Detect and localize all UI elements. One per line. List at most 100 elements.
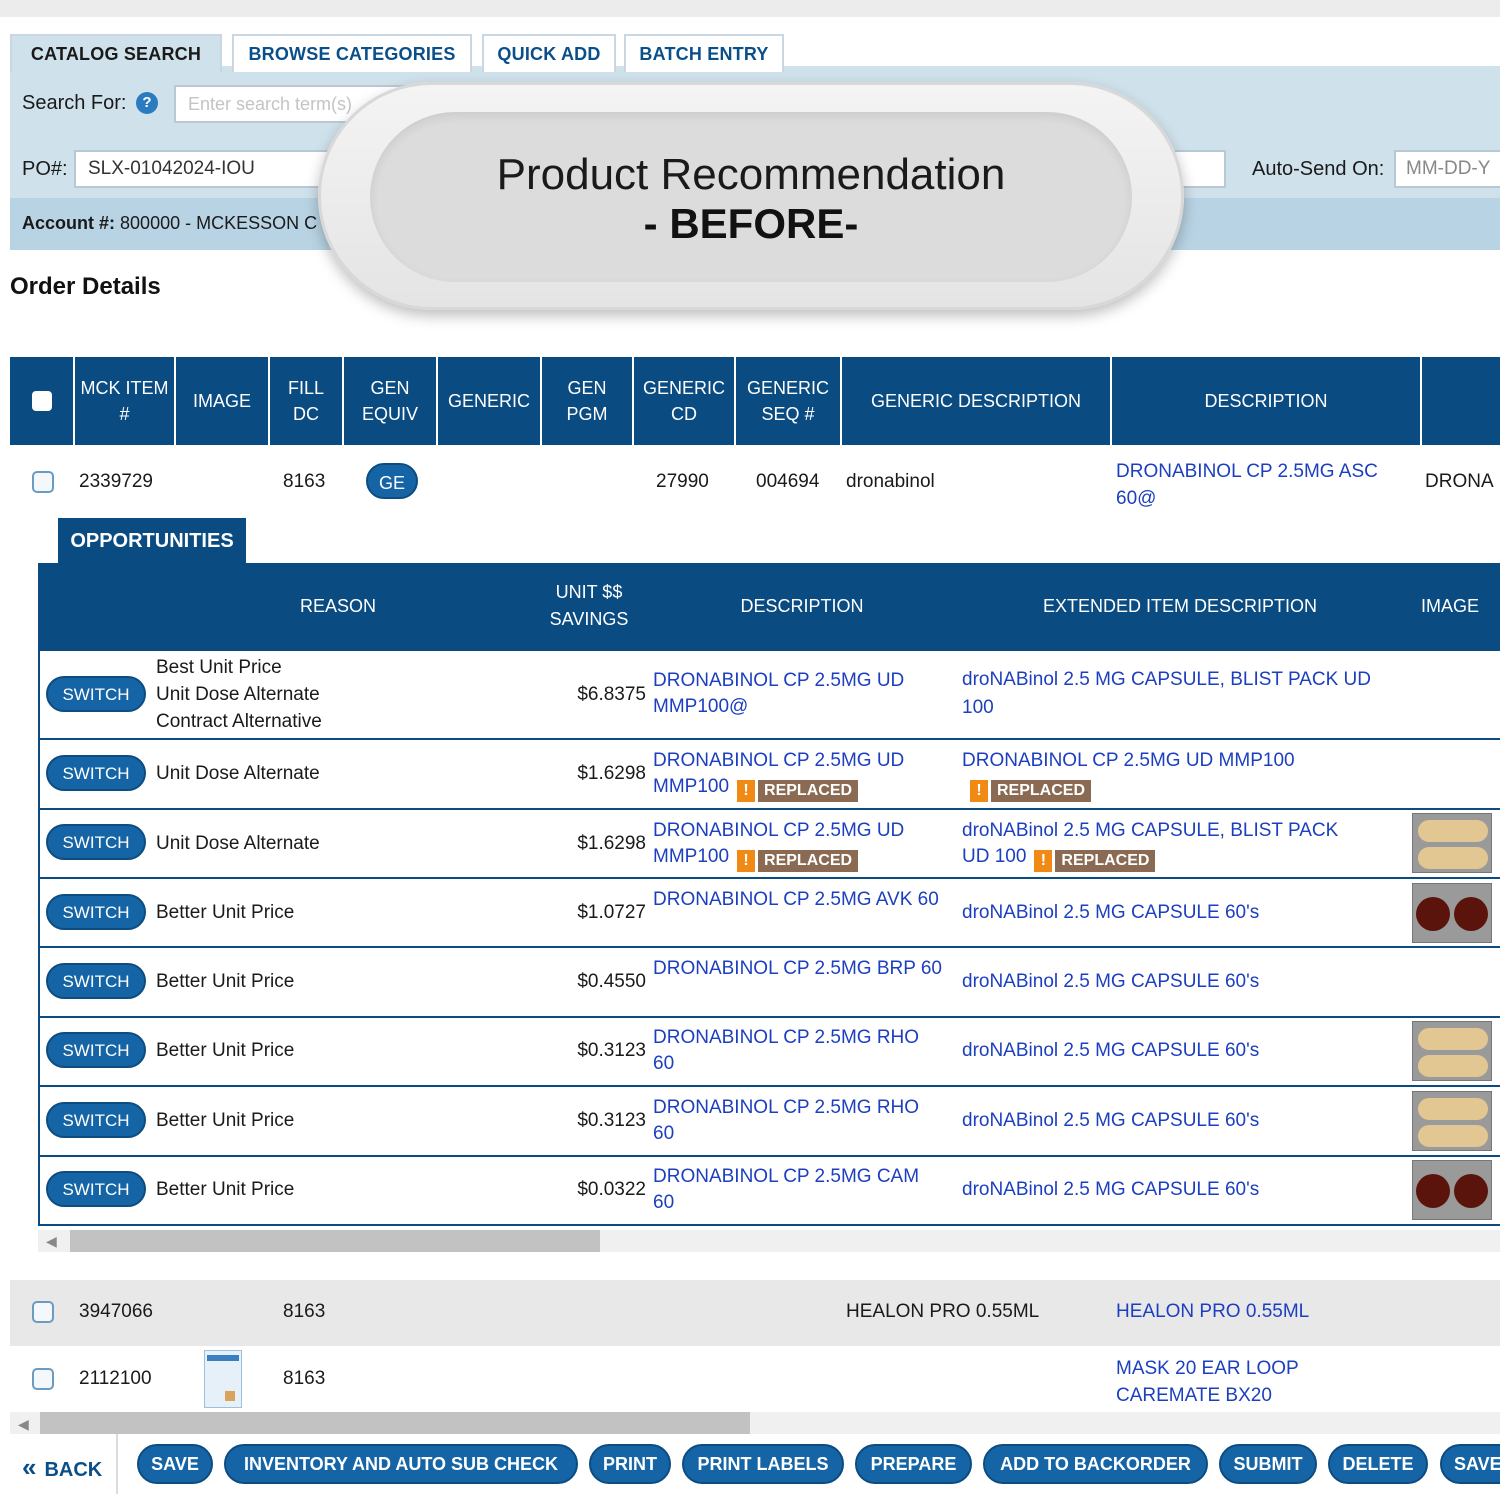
item-description-link[interactable]: DRONABINOL CP 2.5MG ASC 60@ (1116, 458, 1416, 512)
opportunities-header: REASON UNIT $$ SAVINGS DESCRIPTION EXTEN… (38, 563, 1500, 651)
delete-button[interactable]: DELETE (1328, 1444, 1428, 1484)
switch-button[interactable]: SWITCH (46, 755, 146, 791)
submit-button[interactable]: SUBMIT (1219, 1444, 1317, 1484)
opportunity-reason: Unit Dose Alternate (156, 763, 320, 784)
opportunity-reason: Better Unit Price (156, 1040, 295, 1061)
switch-button[interactable]: SWITCH (46, 676, 146, 712)
opportunity-description-link[interactable]: DRONABINOL CP 2.5MG CAM 60 (653, 1164, 943, 1216)
col-description[interactable]: DESCRIPTION (1112, 357, 1422, 445)
item-description-link[interactable]: HEALON PRO 0.55ML (1116, 1301, 1309, 1323)
col-gen-pgm[interactable]: GEN PGM (542, 357, 634, 445)
order-grid-header: MCK ITEM # IMAGE FILL DC GEN EQUIV GENER… (10, 357, 1500, 445)
extended-line: droNABinol 2.5 MG CAPSULE, BLIST PACK (962, 820, 1339, 841)
extended-text: UD 100 (962, 846, 1027, 867)
extended-description: droNABinol 2.5 MG CAPSULE 60's (962, 971, 1260, 992)
opportunity-description-link[interactable]: DRONABINOL CP 2.5MG UD MMP100! REPLACED (653, 818, 904, 872)
col-generic-cd[interactable]: GENERIC CD (634, 357, 736, 445)
print-button[interactable]: PRINT (589, 1444, 671, 1484)
auto-send-label: Auto-Send On: (1252, 158, 1385, 180)
switch-button[interactable]: SWITCH (46, 1171, 146, 1207)
scroll-left-icon[interactable]: ◀ (46, 1233, 57, 1250)
opportunity-reason: Unit Dose Alternate (156, 833, 320, 854)
tab-catalog-search[interactable]: CATALOG SEARCH (10, 34, 222, 72)
product-image[interactable] (1412, 1021, 1492, 1081)
col-generic-description[interactable]: GENERIC DESCRIPTION (842, 357, 1112, 445)
col-gen-equiv[interactable]: GEN EQUIV (344, 357, 438, 445)
replaced-badge: REPLACED (758, 780, 859, 802)
opportunity-description-link[interactable]: DRONABINOL CP 2.5MG UD MMP100! REPLACED (653, 748, 904, 802)
capsule-shape (1418, 1028, 1488, 1050)
generic-seq: 004694 (756, 471, 820, 492)
unit-savings: $1.6298 (577, 763, 646, 784)
opportunity-description-link[interactable]: DRONABINOL CP 2.5MG UD MMP100@ (653, 668, 943, 720)
po-number-field[interactable] (74, 150, 334, 188)
reason-line: Contract Alternative (156, 711, 322, 732)
product-thumbnail[interactable] (204, 1350, 242, 1408)
extended-description: droNABinol 2.5 MG CAPSULE 60's (962, 1179, 1260, 1200)
help-icon[interactable]: ? (136, 92, 158, 114)
opportunity-reason: Better Unit Price (156, 1110, 295, 1131)
fill-dc: 8163 (283, 1301, 326, 1322)
opportunities-tab[interactable]: OPPORTUNITIES (58, 518, 246, 564)
switch-button[interactable]: SWITCH (46, 1102, 146, 1138)
switch-button[interactable]: SWITCH (46, 894, 146, 930)
switch-button[interactable]: SWITCH (46, 963, 146, 999)
warning-icon: ! (737, 850, 756, 872)
item-description-link[interactable]: MASK 20 EAR LOOP CAREMATE BX20 (1116, 1355, 1356, 1409)
col-mck-item[interactable]: MCK ITEM # (75, 357, 176, 445)
extended-description: DRONABINOL CP 2.5MG UD MMP100 ! REPLACED (962, 748, 1295, 802)
opportunity-description-link[interactable]: DRONABINOL CP 2.5MG BRP 60 (653, 956, 943, 982)
opportunity-row-divider (38, 1155, 1500, 1157)
save-as-button[interactable]: SAVE (1440, 1444, 1500, 1484)
scrollbar-thumb[interactable] (70, 1230, 600, 1252)
account-info: Account #: 800000 - MCKESSON C (22, 213, 317, 234)
tab-quick-add[interactable]: QUICK ADD (482, 34, 616, 72)
back-button[interactable]: « BACK (22, 1452, 102, 1483)
auto-send-date-field[interactable] (1394, 150, 1500, 188)
opportunity-description-link[interactable]: DRONABINOL CP 2.5MG RHO 60 (653, 1025, 943, 1077)
reason-line: Best Unit Price (156, 657, 282, 678)
prepare-button[interactable]: PREPARE (855, 1444, 972, 1484)
generic-cd: 27990 (656, 471, 709, 492)
opportunity-row-divider (38, 877, 1500, 879)
col-generic[interactable]: GENERIC (438, 357, 542, 445)
add-to-backorder-button[interactable]: ADD TO BACKORDER (983, 1444, 1208, 1484)
description-line: DRONABINOL CP 2.5MG UD (653, 750, 905, 771)
product-image[interactable] (1412, 883, 1492, 943)
replaced-badge: REPLACED (991, 780, 1092, 802)
opportunity-description-link[interactable]: DRONABINOL CP 2.5MG RHO 60 (653, 1095, 943, 1147)
row-checkbox[interactable] (32, 471, 54, 493)
switch-button[interactable]: SWITCH (46, 824, 146, 860)
col-generic-seq[interactable]: GENERIC SEQ # (736, 357, 842, 445)
scroll-left-icon[interactable]: ◀ (18, 1416, 29, 1433)
capsule-shape (1418, 820, 1488, 842)
order-details-title: Order Details (10, 273, 161, 300)
col-fill-dc[interactable]: FILL DC (270, 357, 344, 445)
account-value: 800000 - MCKESSON C (120, 213, 318, 233)
select-all-checkbox[interactable] (32, 391, 52, 411)
product-image[interactable] (1412, 813, 1492, 873)
generic-equivalent-badge[interactable]: GE (366, 463, 418, 499)
product-image[interactable] (1412, 1160, 1492, 1220)
reason-line: Unit Dose Alternate (156, 684, 320, 705)
extended-line: UD 100! REPLACED (962, 844, 1338, 872)
search-label: Search For: (22, 92, 127, 114)
extended-description: droNABinol 2.5 MG CAPSULE, BLIST PACK UD… (962, 669, 1372, 718)
opportunity-row-divider (38, 1016, 1500, 1018)
mck-item-number: 3947066 (79, 1301, 153, 1322)
scrollbar-thumb[interactable] (40, 1412, 750, 1434)
product-image[interactable] (1412, 1091, 1492, 1151)
capsule-shape (1418, 1055, 1488, 1077)
opportunity-description-link[interactable]: DRONABINOL CP 2.5MG AVK 60 (653, 887, 943, 913)
row-checkbox[interactable] (32, 1301, 54, 1323)
po-label: PO#: (22, 158, 68, 180)
switch-button[interactable]: SWITCH (46, 1032, 146, 1068)
print-labels-button[interactable]: PRINT LABELS (682, 1444, 844, 1484)
tab-browse-categories[interactable]: BROWSE CATEGORIES (232, 34, 472, 72)
description-text: MMP100 (653, 846, 730, 867)
row-checkbox[interactable] (32, 1368, 54, 1390)
tab-batch-entry[interactable]: BATCH ENTRY (624, 34, 784, 72)
save-button[interactable]: SAVE (137, 1444, 213, 1484)
description-line: DRONABINOL CP 2.5MG UD (653, 820, 905, 841)
inventory-auto-sub-check-button[interactable]: INVENTORY AND AUTO SUB CHECK (224, 1444, 578, 1484)
